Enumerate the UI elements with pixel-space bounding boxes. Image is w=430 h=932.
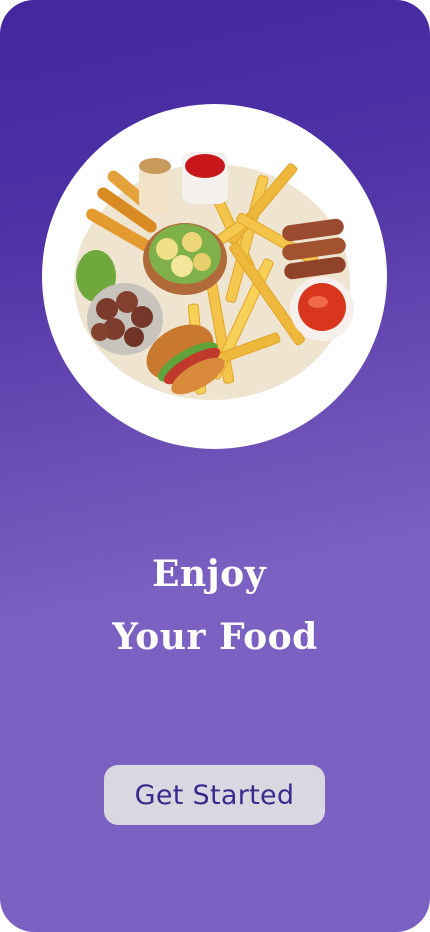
get-started-button[interactable]: Get Started xyxy=(104,765,325,825)
ketchup-cup xyxy=(182,152,228,204)
food-platter-illustration xyxy=(74,152,354,400)
onboarding-screen: Enjoy Your Food Get Started xyxy=(0,0,430,932)
headline-line-2: Your Food xyxy=(112,616,318,658)
headline-line-1: Enjoy xyxy=(151,553,267,595)
meatball-bowl xyxy=(87,283,163,355)
sauce-bowl xyxy=(290,277,354,341)
hero-food-image xyxy=(42,104,387,449)
sausages xyxy=(282,218,346,280)
potato-bowl xyxy=(143,223,227,295)
dip-cup xyxy=(139,158,171,214)
